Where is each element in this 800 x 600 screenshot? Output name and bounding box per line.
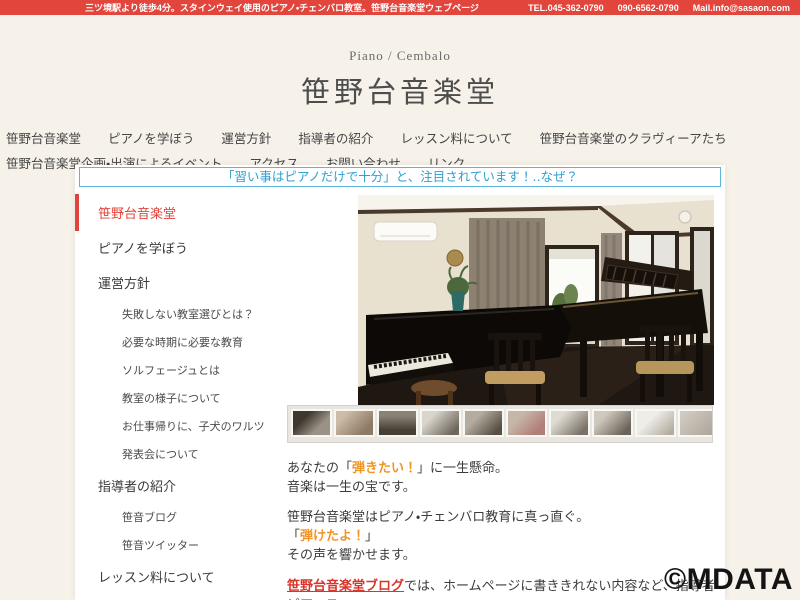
nav-learn-piano[interactable]: ピアノを学ぼう [108, 128, 194, 147]
gallery-thumbnail-1[interactable] [291, 409, 332, 437]
content-card: 「習い事はピアノだけで十分」と、注目されています！‥なぜ？ 笹野台音楽堂 ピアノ… [75, 165, 725, 600]
highlight-hiketayo: 弾けたよ！ [300, 528, 366, 543]
notice-banner[interactable]: 「習い事はピアノだけで十分」と、注目されています！‥なぜ？ [79, 167, 721, 187]
sidebar-item-policy[interactable]: 運営方針 [75, 265, 287, 300]
gallery-thumbnail-9[interactable] [635, 409, 676, 437]
topbar-tel-primary: TEL.045-362-0790 [528, 2, 604, 13]
sidebar-subitem-classroom-scenes[interactable]: 教室の様子について [75, 384, 287, 412]
sidebar-subitem-enrollment-flow[interactable]: 入室の流れについて [75, 594, 287, 600]
nav-instructors[interactable]: 指導者の紹介 [298, 128, 373, 147]
sidebar-item-instructors[interactable]: 指導者の紹介 [75, 468, 287, 503]
sidebar: 笹野台音楽堂 ピアノを学ぼう 運営方針 失敗しない教室選びとは？ 必要な時期に必… [75, 194, 287, 600]
topbar-mail: Mail.info@sasaon.com [692, 2, 790, 13]
sidebar-subitem-education-timing[interactable]: 必要な時期に必要な教育 [75, 328, 287, 356]
blog-paragraph: 笹野台音楽堂ブログでは、ホームページに書ききれない内容など、指導者・ピアニス 者… [287, 578, 720, 600]
gallery-thumbnail-5[interactable] [463, 409, 504, 437]
site-subtitle: Piano / Cembalo [349, 48, 451, 63]
gallery-thumbnail-4[interactable] [420, 409, 461, 437]
sidebar-subitem-blog[interactable]: 笹音ブログ [75, 503, 287, 531]
topbar-contact: TEL.045-362-0790 090-6562-0790 Mail.info… [528, 3, 790, 13]
air-conditioner [373, 221, 438, 242]
sidebar-subitem-twitter[interactable]: 笹音ツイッター [75, 531, 287, 559]
gallery-thumbnail-6[interactable] [506, 409, 547, 437]
main-content: あなたの「弾きたい！」に一生懸命。 音楽は一生の宝です。 笹野台音楽堂はピアノ・… [287, 195, 725, 600]
intro-copy: あなたの「弾きたい！」に一生懸命。 音楽は一生の宝です。 笹野台音楽堂はピアノ・… [287, 458, 725, 600]
nav-home[interactable]: 笹野台音楽堂 [6, 128, 81, 147]
topbar-tel-mobile: 090-6562-0790 [617, 2, 679, 13]
gallery-thumbnail-2[interactable] [334, 409, 375, 437]
sidebar-item-lesson-fees[interactable]: レッスン料について [75, 559, 287, 594]
topbar: 三ツ境駅より徒歩4分。スタインウェイ使用のピアノ・チェンバロ教室。笹野台音楽堂ウ… [0, 0, 800, 15]
sidebar-subitem-choosing-classroom[interactable]: 失敗しない教室選びとは？ [75, 300, 287, 328]
sidebar-subitem-recital[interactable]: 発表会について [75, 440, 287, 468]
site-title: 笹野台音楽堂 [300, 77, 499, 109]
gallery-thumbnail-10[interactable] [678, 409, 712, 437]
blog-link[interactable]: 笹野台音楽堂ブログ [287, 578, 404, 593]
wall-clock [678, 210, 692, 224]
gallery-thumbnails-strip [287, 405, 713, 443]
nav-lesson-fees[interactable]: レッスン料について [400, 128, 512, 147]
nav-row-1: 笹野台音楽堂 ピアノを学ぼう 運営方針 指導者の紹介 レッスン料について 笹野台… [0, 125, 800, 150]
sidebar-item-home[interactable]: 笹野台音楽堂 [75, 194, 287, 231]
main-photo [358, 195, 714, 405]
gallery-thumbnail-7[interactable] [549, 409, 590, 437]
sidebar-item-learn-piano[interactable]: ピアノを学ぼう [75, 230, 287, 265]
nav-policy[interactable]: 運営方針 [221, 128, 271, 147]
gallery-thumbnail-3[interactable] [377, 409, 418, 437]
gallery-thumbnail-8[interactable] [592, 409, 633, 437]
topbar-tagline: 三ツ境駅より徒歩4分。スタインウェイ使用のピアノ・チェンバロ教室。笹野台音楽堂ウ… [85, 3, 479, 13]
highlight-hikitai: 弾きたい！ [352, 460, 418, 475]
mission-paragraph: 笹野台音楽堂はピアノ・チェンバロ教育に真っ直ぐ。 「弾けたよ！」 その声を響かせ… [287, 509, 590, 562]
sidebar-subitem-after-work-waltz[interactable]: お仕事帰りに、子犬のワルツ [75, 412, 287, 440]
lead-paragraph: あなたの「弾きたい！」に一生懸命。 音楽は一生の宝です。 [287, 460, 509, 494]
wall-ornament [446, 249, 464, 267]
watermark: ©MDATA [664, 563, 793, 596]
site-header: Piano / Cembalo 笹野台音楽堂 [0, 0, 800, 111]
nav-claviers[interactable]: 笹野台音楽堂のクラヴィーアたち [540, 128, 727, 147]
sidebar-subitem-solfege[interactable]: ソルフェージュとは [75, 356, 287, 384]
